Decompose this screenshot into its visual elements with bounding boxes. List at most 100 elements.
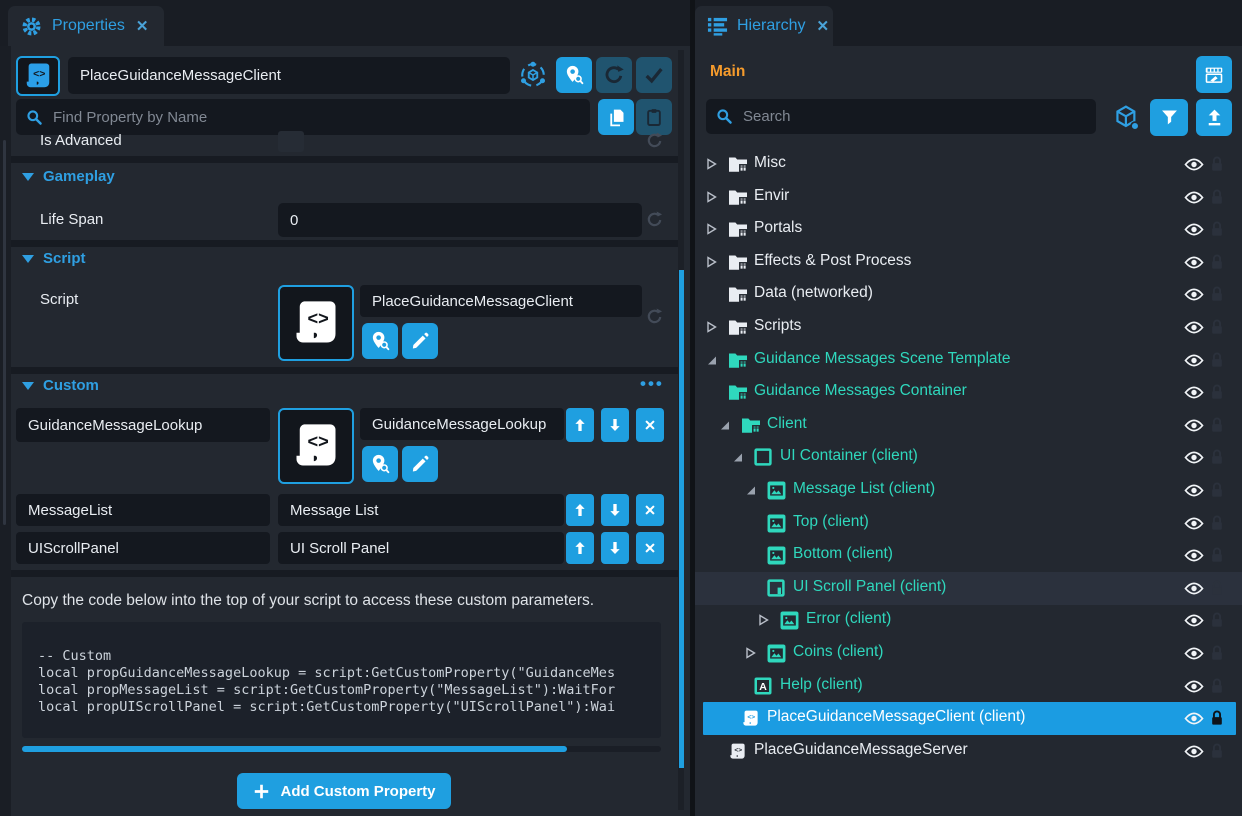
tree-row-scripts[interactable]: Scripts xyxy=(695,311,1242,344)
hierarchy-search-input[interactable] xyxy=(741,107,1086,126)
publish-upload-button[interactable] xyxy=(1196,99,1232,136)
copy-properties-button[interactable] xyxy=(598,99,634,135)
expand-collapsed-icon[interactable] xyxy=(744,646,758,660)
custom-param-movedown-button[interactable] xyxy=(601,494,629,526)
networked-icon[interactable] xyxy=(518,60,548,90)
lock-icon[interactable] xyxy=(1210,188,1224,206)
eye-icon[interactable] xyxy=(1184,646,1204,661)
eye-icon[interactable] xyxy=(1184,450,1204,465)
lock-icon[interactable] xyxy=(1210,383,1224,401)
reset-icon[interactable] xyxy=(645,210,664,229)
custom-param-name[interactable]: MessageList xyxy=(16,494,270,526)
tree-row-data-networked[interactable]: Data (networked) xyxy=(695,278,1242,311)
hierarchy-search[interactable] xyxy=(706,99,1096,134)
properties-vscrollbar-thumb[interactable] xyxy=(679,270,684,768)
lock-icon[interactable] xyxy=(1210,546,1224,564)
eye-icon[interactable] xyxy=(1184,190,1204,205)
custom-param-remove-button[interactable] xyxy=(636,532,664,564)
eye-icon[interactable] xyxy=(1184,483,1204,498)
expand-collapsed-icon[interactable] xyxy=(705,157,719,171)
custom-param-moveup-button[interactable] xyxy=(566,494,594,526)
lock-icon[interactable] xyxy=(1210,742,1224,760)
custom-param-moveup-button[interactable] xyxy=(566,532,594,564)
edit-script-button[interactable] xyxy=(402,446,438,482)
expand-expanded-icon[interactable] xyxy=(744,483,758,497)
custom-param-remove-button[interactable] xyxy=(636,408,664,442)
section-script[interactable]: Script xyxy=(22,250,86,267)
locate-asset-button[interactable] xyxy=(362,323,398,359)
eye-icon[interactable] xyxy=(1184,581,1204,596)
tree-row-client[interactable]: Client xyxy=(695,409,1242,442)
eye-icon[interactable] xyxy=(1184,222,1204,237)
eye-icon[interactable] xyxy=(1184,548,1204,563)
custom-param-remove-button[interactable] xyxy=(636,494,664,526)
tree-row-help-client[interactable]: AHelp (client) xyxy=(695,670,1242,703)
tree-row-misc[interactable]: Misc xyxy=(695,148,1242,181)
eye-icon[interactable] xyxy=(1184,744,1204,759)
custom-param-moveup-button[interactable] xyxy=(566,408,594,442)
lock-icon[interactable] xyxy=(1210,644,1224,662)
tree-row-guidance-messages-container[interactable]: Guidance Messages Container xyxy=(695,376,1242,409)
custom-param-movedown-button[interactable] xyxy=(601,532,629,564)
life-span-input[interactable] xyxy=(278,203,642,237)
lock-icon[interactable] xyxy=(1210,155,1224,173)
lock-icon[interactable] xyxy=(1210,318,1224,336)
tree-row-ui-scroll-panel-client[interactable]: UI Scroll Panel (client) xyxy=(695,572,1242,605)
property-search[interactable] xyxy=(16,99,590,135)
tree-row-bottom-client[interactable]: Bottom (client) xyxy=(695,539,1242,572)
custom-asset-thumbnail[interactable]: <> xyxy=(278,408,354,484)
tree-row-ui-container-client[interactable]: UI Container (client) xyxy=(695,441,1242,474)
networked-objects-icon[interactable] xyxy=(1112,103,1141,132)
paste-properties-button[interactable] xyxy=(636,99,672,135)
expand-collapsed-icon[interactable] xyxy=(705,320,719,334)
add-custom-property-button[interactable]: Add Custom Property xyxy=(237,773,451,809)
expand-expanded-icon[interactable] xyxy=(731,450,745,464)
expand-collapsed-icon[interactable] xyxy=(705,255,719,269)
lock-icon[interactable] xyxy=(1210,220,1224,238)
edge-scrollbar[interactable] xyxy=(3,140,6,525)
lock-icon[interactable] xyxy=(1210,416,1224,434)
eye-icon[interactable] xyxy=(1184,711,1204,726)
custom-param-name[interactable]: GuidanceMessageLookup xyxy=(16,408,270,442)
tree-row-envir[interactable]: Envir xyxy=(695,181,1242,214)
close-icon[interactable]: ✕ xyxy=(136,17,149,35)
section-gameplay[interactable]: Gameplay xyxy=(22,168,115,185)
close-icon[interactable]: ✕ xyxy=(816,17,829,35)
eye-icon[interactable] xyxy=(1184,157,1204,172)
expand-collapsed-icon[interactable] xyxy=(705,190,719,204)
tree-row-portals[interactable]: Portals xyxy=(695,213,1242,246)
section-custom[interactable]: Custom xyxy=(22,377,99,394)
eye-icon[interactable] xyxy=(1184,287,1204,302)
script-asset-thumbnail[interactable]: <> xyxy=(278,285,354,361)
lock-icon[interactable] xyxy=(1210,579,1224,597)
find-in-hierarchy-button[interactable] xyxy=(556,57,592,93)
expand-expanded-icon[interactable] xyxy=(718,418,732,432)
tree-row-effects-post-process[interactable]: Effects & Post Process xyxy=(695,246,1242,279)
object-name-input[interactable] xyxy=(68,57,510,94)
eye-icon[interactable] xyxy=(1184,516,1204,531)
tree-row-message-list-client[interactable]: Message List (client) xyxy=(695,474,1242,507)
custom-menu-button[interactable]: ••• xyxy=(640,374,664,394)
tab-properties[interactable]: Properties ✕ xyxy=(8,6,164,46)
tree-row-error-client[interactable]: Error (client) xyxy=(695,604,1242,637)
tree-row-guidance-messages-scene-template[interactable]: Guidance Messages Scene Template xyxy=(695,344,1242,377)
lock-icon[interactable] xyxy=(1210,611,1224,629)
lock-icon[interactable] xyxy=(1210,677,1224,695)
lock-icon[interactable] xyxy=(1210,514,1224,532)
scene-preview-button[interactable] xyxy=(1196,56,1232,93)
tree-row-placeguidancemessageclient-client[interactable]: <>PlaceGuidanceMessageClient (client) xyxy=(703,702,1236,735)
tree-row-coins-client[interactable]: Coins (client) xyxy=(695,637,1242,670)
custom-param-name[interactable]: UIScrollPanel xyxy=(16,532,270,564)
property-search-input[interactable] xyxy=(51,108,580,127)
tree-row-top-client[interactable]: Top (client) xyxy=(695,507,1242,540)
reset-icon[interactable] xyxy=(645,307,664,326)
eye-icon[interactable] xyxy=(1184,320,1204,335)
eye-icon[interactable] xyxy=(1184,679,1204,694)
lock-icon[interactable] xyxy=(1210,709,1224,727)
apply-button[interactable] xyxy=(636,57,672,93)
tab-hierarchy[interactable]: Hierarchy ✕ xyxy=(695,6,833,46)
eye-icon[interactable] xyxy=(1184,385,1204,400)
eye-icon[interactable] xyxy=(1184,353,1204,368)
revert-button[interactable] xyxy=(596,57,632,93)
lock-icon[interactable] xyxy=(1210,448,1224,466)
